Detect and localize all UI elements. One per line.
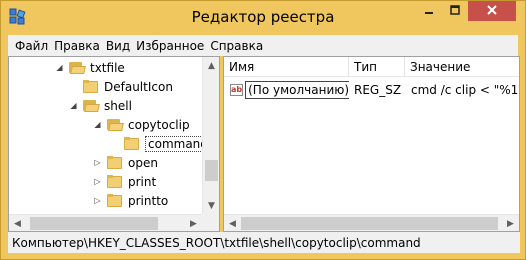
tree-item-printto[interactable]: ▷ printto [93, 191, 168, 210]
list-horizontal-scrollbar[interactable]: ◀ ▶ [224, 214, 519, 231]
column-header-type[interactable]: Тип [349, 57, 405, 77]
scroll-right-arrow-icon[interactable]: ▶ [185, 215, 202, 231]
menu-help[interactable]: Справка [207, 39, 266, 53]
expanded-arrow-icon[interactable]: ◢ [69, 101, 78, 110]
tree-item-label: shell [104, 98, 132, 113]
list-horizontal-scroll-thumb[interactable] [241, 217, 498, 230]
scroll-corner [202, 214, 219, 231]
tree-item-shell[interactable]: ◢ shell [69, 96, 132, 115]
collapsed-arrow-icon[interactable]: ▷ [93, 158, 102, 167]
menu-file[interactable]: Файл [12, 39, 51, 53]
menu-favorites[interactable]: Избранное [133, 39, 207, 53]
title-bar[interactable]: Редактор реестра [1, 1, 525, 33]
tree-item-defaulticon[interactable]: DefaultIcon [83, 77, 173, 96]
folder-closed-icon [83, 80, 100, 93]
tree-item-label: txtfile [90, 60, 125, 75]
tree-item-label: printto [128, 193, 169, 208]
close-icon [486, 4, 498, 19]
collapsed-arrow-icon[interactable]: ▷ [93, 177, 102, 186]
tree-vertical-scroll-thumb[interactable] [205, 160, 218, 181]
string-value-icon: ab [230, 84, 244, 96]
folder-closed-icon [107, 156, 124, 169]
minimize-icon [424, 4, 434, 18]
tree-item-label: copytoclip [128, 117, 190, 132]
key-tree-pane[interactable]: ◢ txtfile DefaultIcon ◢ shell ◢ copytocl… [8, 56, 220, 232]
column-header-label: Тип [354, 60, 377, 74]
values-list-pane[interactable]: Имя Тип Значение ab (По умолчанию) REG_S… [223, 56, 520, 232]
folder-open-icon [83, 99, 100, 112]
tree-vertical-scrollbar[interactable]: ▲ ▼ [202, 57, 219, 214]
scroll-left-arrow-icon[interactable]: ◀ [224, 215, 241, 231]
expanded-arrow-icon[interactable]: ◢ [55, 63, 64, 72]
tree-horizontal-scrollbar[interactable]: ◀ ▶ [9, 214, 202, 231]
menu-bar: Файл Правка Вид Избранное Справка [8, 35, 518, 56]
scroll-left-arrow-icon[interactable]: ◀ [9, 215, 26, 231]
folder-open-icon [107, 118, 124, 131]
tree-item-txtfile[interactable]: ◢ txtfile [55, 58, 125, 77]
tree-item-label: print [128, 174, 157, 189]
folder-open-icon [69, 61, 86, 74]
column-header-label: Имя [229, 60, 255, 74]
tree-item-label: DefaultIcon [104, 79, 173, 94]
status-bar-path: Компьютер\HKEY_CLASSES_ROOT\txtfile\shel… [8, 232, 520, 253]
scroll-up-arrow-icon[interactable]: ▲ [203, 57, 219, 74]
menu-edit[interactable]: Правка [51, 39, 103, 53]
menu-view[interactable]: Вид [103, 39, 133, 53]
minimize-button[interactable] [416, 1, 442, 21]
scroll-right-arrow-icon[interactable]: ▶ [502, 215, 519, 231]
tree-item-command[interactable]: command [124, 134, 211, 153]
tree-horizontal-scroll-thumb[interactable] [30, 217, 158, 230]
rename-input[interactable]: (По умолчанию) [245, 81, 349, 99]
collapsed-arrow-icon[interactable]: ▷ [93, 196, 102, 205]
column-header-value[interactable]: Значение [405, 57, 519, 77]
maximize-button[interactable] [442, 1, 468, 21]
close-button[interactable] [468, 1, 516, 21]
tree-item-label: open [128, 155, 158, 170]
column-header-name[interactable]: Имя [224, 57, 349, 77]
list-header: Имя Тип Значение [224, 57, 519, 77]
folder-closed-icon [107, 175, 124, 188]
column-header-label: Значение [410, 60, 471, 74]
folder-closed-icon [107, 194, 124, 207]
tree-item-open[interactable]: ▷ open [93, 153, 158, 172]
registry-editor-window: Редактор реестра Файл Правка Вид Избранн… [0, 0, 526, 260]
maximize-icon [450, 4, 460, 18]
scroll-down-arrow-icon[interactable]: ▼ [203, 197, 219, 214]
value-name-cell[interactable]: ab (По умолчанию) [230, 80, 349, 100]
tree-item-print[interactable]: ▷ print [93, 172, 156, 191]
folder-closed-icon [124, 137, 141, 150]
value-type-cell: REG_SZ [354, 83, 402, 97]
expanded-arrow-icon[interactable]: ◢ [93, 120, 102, 129]
value-data-cell: cmd /c clip < "%1" [411, 83, 519, 97]
table-row[interactable]: ab (По умолчанию) REG_SZ cmd /c clip < "… [224, 80, 519, 100]
tree-item-copytoclip[interactable]: ◢ copytoclip [93, 115, 190, 134]
